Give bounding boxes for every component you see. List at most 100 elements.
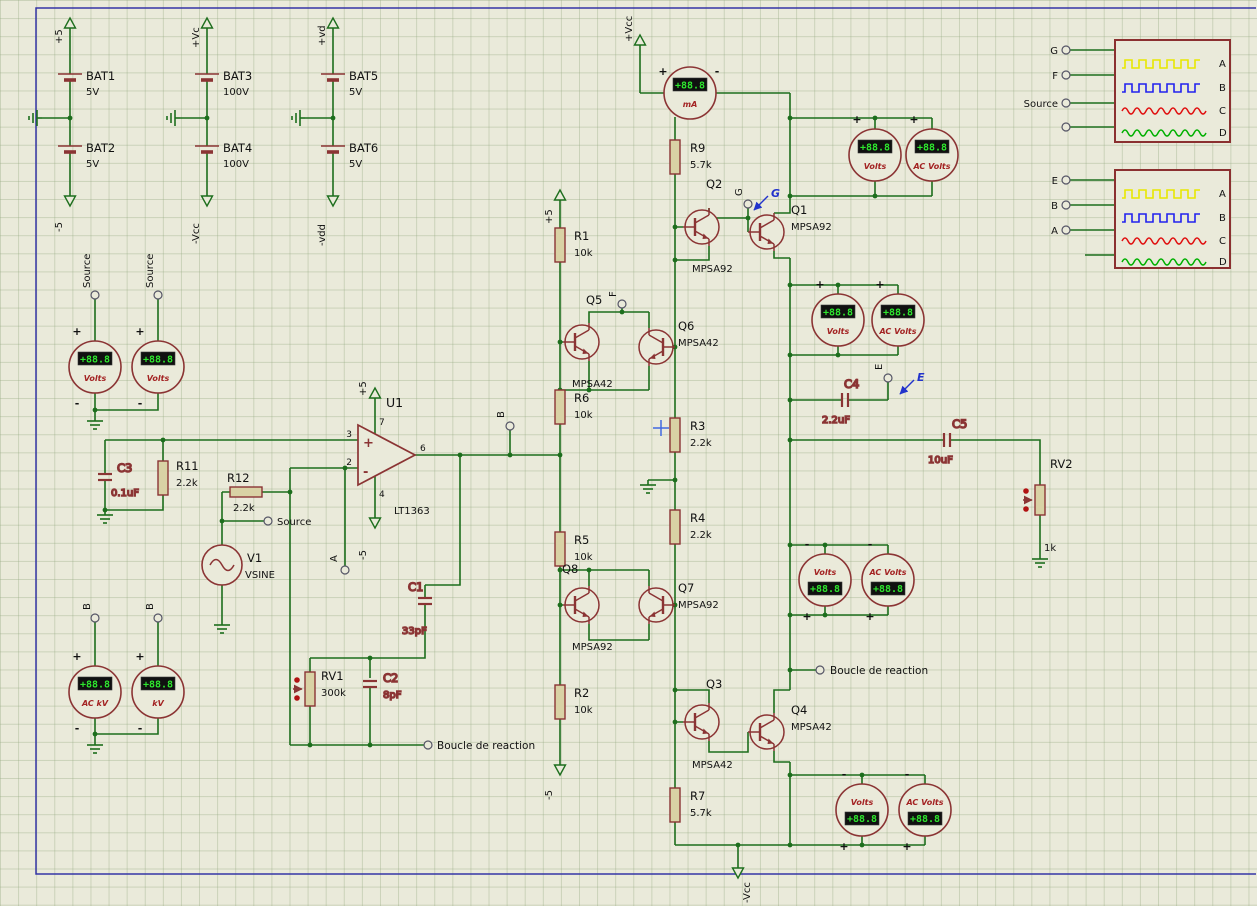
part-ref: BAT4 [223,141,252,155]
terminal-g[interactable] [743,199,753,209]
capacitor-c5[interactable]: C5 10uF [927,416,968,467]
battery-bat5[interactable]: BAT5 5V [319,69,378,98]
voltage-probe-e[interactable]: E [899,371,925,395]
terminal-source[interactable] [90,290,100,300]
power-arrow-icon[interactable] [553,189,567,201]
power-arrow-icon[interactable] [200,17,214,29]
power-arrow-icon[interactable] [326,17,340,29]
part-value: VSINE [245,570,275,581]
resistor-r7[interactable]: R7 5.7k [669,787,712,823]
ground-icon[interactable] [639,479,657,494]
power-arrow-icon[interactable] [368,387,382,399]
pin-number: 2 [346,458,352,468]
scope-input-terminal[interactable] [1061,225,1071,235]
battery-bat6[interactable]: BAT6 5V [319,141,378,170]
terminal-b[interactable] [505,421,515,431]
terminal-e[interactable] [883,373,893,383]
ground-icon[interactable] [96,509,114,524]
capacitor-c4[interactable]: C4 2.2uF [821,376,860,427]
scope-input-terminal[interactable] [1061,45,1071,55]
terminal-label: E [874,364,885,370]
terminal-source[interactable] [263,516,273,526]
capacitor-c1[interactable]: C1 33pF [401,579,432,638]
channel-label: D [1219,257,1227,268]
ground-icon[interactable] [1031,553,1049,568]
power-arrow-icon[interactable] [200,195,214,207]
oscilloscope-1[interactable]: A B C D G F Source [1024,39,1231,143]
plus-mark: + [875,278,884,291]
terminal-feedback[interactable] [423,740,433,750]
part-ref: R5 [574,533,589,547]
capacitor-c3[interactable]: C3 0.1uF [98,460,140,500]
power-arrow-icon[interactable] [633,34,647,46]
transistor-q6[interactable]: Q6 MPSA42 [637,319,719,368]
opamp-u1[interactable]: + - U1 LT1363 3 2 6 7 4 [346,395,430,517]
power-arrow-icon[interactable] [368,517,382,529]
meter-unit: AC Volts [878,327,916,336]
scope-input-terminal[interactable] [1061,122,1071,132]
transistor-q4[interactable]: Q4 MPSA42 [746,703,832,753]
ground-icon[interactable] [166,109,181,127]
resistor-r6[interactable]: R6 10k [554,389,593,425]
meter-reading: +88.8 [675,81,705,92]
power-label: -Vcc [742,882,753,903]
scope-input-terminal[interactable] [1061,98,1071,108]
terminal-a[interactable] [340,565,350,575]
ground-icon[interactable] [291,109,306,127]
transistor-q7[interactable]: Q7 MPSA92 [637,581,719,626]
power-arrow-icon[interactable] [63,17,77,29]
ground-icon[interactable] [213,619,231,634]
minus-mark: - [138,397,143,410]
meter-reading: +88.8 [143,680,173,691]
potentiometer-rv1[interactable]: RV1 300k [293,669,346,707]
part-value: 5V [86,159,99,170]
power-arrow-icon[interactable] [731,867,745,879]
resistor-r3[interactable]: R3 2.2k [669,417,712,453]
meter-unit: AC kV [81,699,109,708]
resistor-r2[interactable]: R2 10k [554,684,593,720]
part-value: 2.2k [690,438,712,449]
transistor-q3[interactable]: Q3 MPSA42 [681,677,733,771]
scope-input-terminal[interactable] [1061,200,1071,210]
power-arrow-icon[interactable] [553,764,567,776]
resistor-r12[interactable]: R12 2.2k [227,471,263,514]
resistor-r9[interactable]: R9 5.7k [669,139,712,175]
capacitor-c2[interactable]: C2 8pF [363,670,402,702]
terminal-source[interactable] [153,290,163,300]
resistor-r5[interactable]: R5 10k [554,531,593,567]
terminal-feedback[interactable] [815,665,825,675]
ground-symbols[interactable] [28,109,1049,754]
voltage-probe-g[interactable]: G [753,187,780,211]
terminals: Source Source B B Source A B F G E Boucl… [82,188,928,752]
transistor-q5[interactable]: Q5 MPSA42 [561,293,613,390]
power-arrow-icon[interactable] [326,195,340,207]
terminal-f[interactable] [617,299,627,309]
battery-bat2[interactable]: BAT2 5V [56,141,115,170]
terminal-label: B [496,411,507,418]
ammeter[interactable]: +88.8 mA + - [658,65,719,120]
scope-input-terminal[interactable] [1061,70,1071,80]
resistor-r11[interactable]: R11 2.2k [157,459,199,496]
part-value: 5.7k [690,160,712,171]
meter-reading: +88.8 [810,584,840,595]
ground-icon[interactable] [86,739,104,754]
terminal-b[interactable] [90,613,100,623]
part-value: 100V [223,87,249,98]
meter-unit: Volts [147,374,170,383]
oscilloscope-2[interactable]: A B C D E B A [1051,169,1231,269]
source-v1[interactable]: V1 VSINE [201,544,275,586]
power-arrow-icon[interactable] [63,195,77,207]
schematic-sheet[interactable]: +5 -5 +Vc -Vcc +vd -vdd +5 -5 +5 -5 +Vcc… [0,0,1257,906]
battery-bat4[interactable]: BAT4 100V [193,141,252,170]
terminal-b[interactable] [153,613,163,623]
part-ref: Q3 [706,677,722,691]
scope-input-terminal[interactable] [1061,175,1071,185]
resistor-r4[interactable]: R4 2.2k [669,509,712,545]
ground-icon[interactable] [86,415,104,430]
part-value: 5V [349,159,362,170]
plus-mark: + [852,113,861,126]
battery-bat3[interactable]: BAT3 100V [193,69,252,98]
battery-bat1[interactable]: BAT1 5V [56,69,115,98]
potentiometer-rv2[interactable]: RV2 1k [1023,457,1073,554]
resistor-r1[interactable]: R1 10k [554,227,593,263]
